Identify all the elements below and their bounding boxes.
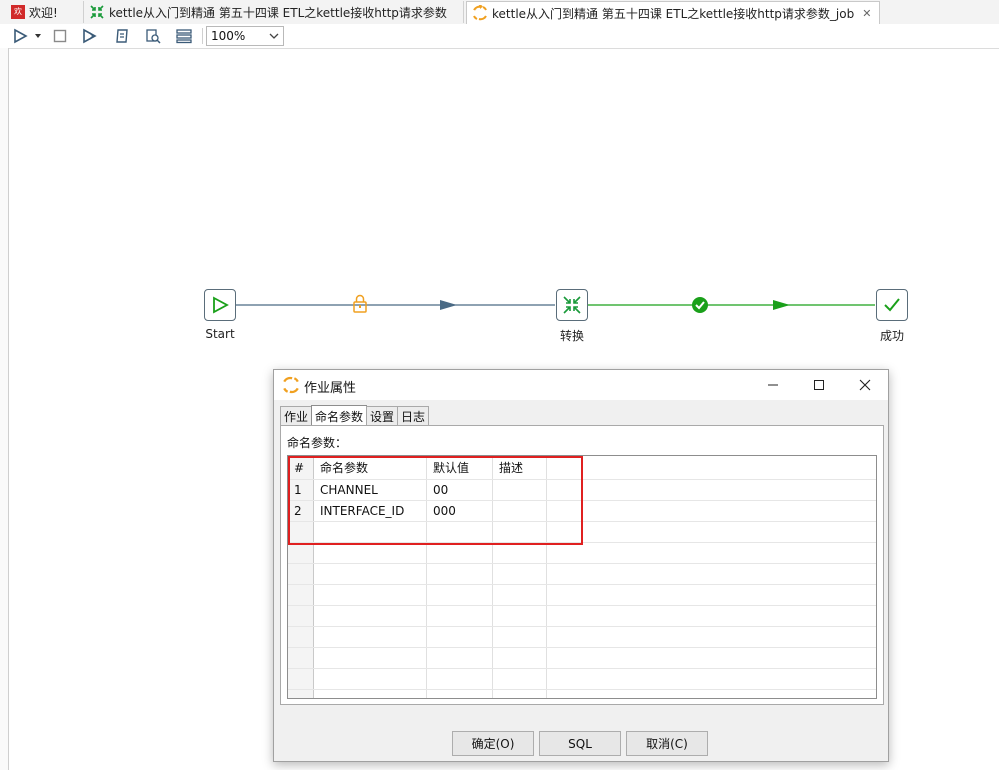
layout-button[interactable] [174,27,194,45]
search-icon [146,29,161,44]
job-icon [473,5,487,21]
table-row[interactable] [288,606,876,627]
maximize-button[interactable] [796,370,842,400]
canvas-left-gutter [0,48,9,770]
transformation-icon [563,296,581,314]
cancel-button-label: 取消(C) [646,737,688,751]
zoom-select[interactable]: 100% [206,26,284,46]
minimize-icon [768,384,778,386]
transform-node[interactable] [556,289,588,321]
tab-label: kettle从入门到精通 第五十四课 ETL之kettle接收http请求参数_… [492,6,855,21]
transformation-icon [90,5,104,19]
sql-button-label: SQL [568,736,592,751]
annotation-highlight-box [288,456,583,545]
analyze-button[interactable] [143,27,163,45]
ok-button-label: 确定(O) [471,737,515,751]
zoom-value: 100% [211,29,246,43]
canvas-toolbar: 100% [0,24,999,49]
toolbar-separator [202,28,203,44]
tab-label: 欢迎! [29,5,58,20]
tab-label: kettle从入门到精通 第五十四课 ETL之kettle接收http请求参数 [109,5,447,20]
stop-icon [53,29,67,43]
ok-button[interactable]: 确定(O) [452,731,534,756]
minimize-button[interactable] [750,370,796,400]
table-row[interactable] [288,585,876,606]
hop-arrow-icon [773,300,790,310]
checkmark-icon [884,298,900,312]
close-button[interactable] [842,370,888,400]
layout-icon [176,29,192,44]
stop-button[interactable] [50,27,70,45]
job-properties-dialog: 作业属性 作业 命名参数 设置 日志 命名参数： # 命名参数 默认值 描述 1… [273,369,889,762]
success-node[interactable] [876,289,908,321]
tab-welcome[interactable]: 欢 欢迎! [6,1,84,23]
close-icon [859,379,871,391]
check-button[interactable] [112,27,132,45]
cancel-button[interactable]: 取消(C) [626,731,708,756]
close-icon[interactable]: ✕ [862,7,871,20]
tab-settings[interactable]: 设置 [366,406,399,425]
start-node-label: Start [205,327,235,341]
sql-button[interactable]: SQL [539,731,621,756]
chevron-down-icon [35,34,41,38]
editor-tab-bar: 欢 欢迎! kettle从入门到精通 第五十四课 ETL之kettle接收htt… [0,0,999,25]
script-icon [116,29,128,43]
success-check-icon [692,297,708,313]
table-row[interactable] [288,564,876,585]
table-row[interactable] [288,669,876,690]
dialog-tabs: 作业 命名参数 设置 日志 [280,405,430,426]
run-icon [14,28,28,44]
dialog-titlebar[interactable]: 作业属性 [274,370,888,400]
table-row[interactable] [288,648,876,669]
named-params-label: 命名参数： [287,436,348,450]
play-icon [213,296,229,314]
tab-job[interactable]: kettle从入门到精通 第五十四课 ETL之kettle接收http请求参数_… [466,1,880,24]
success-node-label: 成功 [879,329,904,343]
job-icon [283,376,299,394]
run-button[interactable] [10,27,30,45]
lock-icon [353,294,367,313]
chevron-down-icon [269,33,279,39]
run-step-icon [83,28,97,44]
tab-transformation[interactable]: kettle从入门到精通 第五十四课 ETL之kettle接收http请求参数 [84,1,464,23]
run-options-dropdown[interactable] [32,27,44,45]
run-from-step-button[interactable] [80,27,100,45]
table-row[interactable] [288,543,876,564]
transform-node-label: 转换 [559,329,584,343]
maximize-icon [814,380,824,390]
table-row[interactable] [288,627,876,648]
welcome-icon: 欢 [11,5,25,19]
dialog-title: 作业属性 [304,381,357,396]
tab-named-params[interactable]: 命名参数 [311,405,368,426]
tab-job-general[interactable]: 作业 [280,406,313,425]
tab-log[interactable]: 日志 [397,406,430,425]
start-node[interactable] [204,289,236,321]
hop-arrow-icon [440,300,457,310]
